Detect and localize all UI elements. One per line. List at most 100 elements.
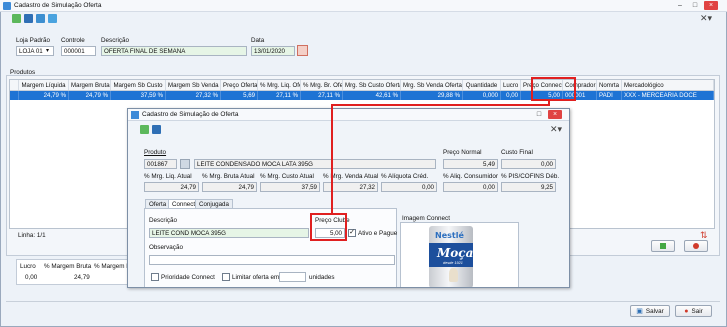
highlight-preco-connect (531, 77, 576, 101)
col-mrg-br-ofer[interactable]: % Mrg. Br. Ofer (301, 80, 343, 90)
add-row-button[interactable] (651, 240, 675, 252)
limitar-label: Limitar oferta em: (232, 274, 281, 281)
aliq-consumidor-field: 0,00 (443, 182, 498, 192)
totals-grid: Lucro % Margem Bruta % Margem L 0,00 24,… (16, 259, 131, 285)
nestle-logo: Nestlé (435, 231, 464, 240)
limitar-checkbox[interactable] (222, 273, 230, 281)
cell: 0,000 (463, 91, 501, 100)
custo-final-label: Custo Final (501, 149, 533, 156)
aliquota-cred-field: 0,00 (381, 182, 437, 192)
maximize-button[interactable]: □ (688, 1, 702, 10)
moca-figure (449, 268, 458, 282)
grid-header: Margem Líquida Margem Bruta Margem Sb Cu… (10, 80, 714, 91)
new-icon[interactable] (12, 14, 21, 23)
close-button[interactable]: × (704, 1, 718, 10)
minimize-button[interactable]: – (673, 1, 687, 10)
totals-col-margem-bruta: % Margem Bruta (44, 263, 92, 270)
observacao-field[interactable] (149, 255, 395, 265)
totals-col-lucro: Lucro (20, 263, 36, 270)
limitar-field[interactable] (279, 272, 306, 282)
calendar-icon[interactable] (297, 45, 308, 56)
chevron-down-icon: ▾ (46, 48, 50, 54)
cell: 5,69 (221, 91, 258, 100)
cell: 24,79 % (19, 91, 69, 100)
descricao-field[interactable]: OFERTA FINAL DE SEMANA (101, 46, 247, 56)
footer-bar (6, 301, 720, 318)
exit-button[interactable]: ● Sair (675, 305, 712, 317)
dialog-tools-icon[interactable]: ✕▾ (550, 124, 562, 135)
aliquota-cred-label: % Alíquota Créd. (381, 173, 429, 180)
tab-oferta[interactable]: Oferta (145, 199, 171, 208)
remove-icon (693, 243, 699, 249)
col-preco-oferta[interactable]: Preço Oferta (221, 80, 258, 90)
save-button[interactable]: ▣ Salvar (630, 305, 670, 317)
app-icon (3, 2, 11, 10)
aliq-consumidor-label: % Aliq. Consumidor (443, 173, 498, 180)
export-icon[interactable] (48, 14, 57, 23)
col-margem-sb-venda[interactable]: Margem Sb Venda (166, 80, 221, 90)
cell: 37,59 % (111, 91, 166, 100)
col-mrg-sb-custo-oferta[interactable]: Mrg. Sb Custo Oferta (343, 80, 401, 90)
col-nomrta[interactable]: Nomrta (597, 80, 622, 90)
data-label: Data (251, 37, 265, 44)
connect-descricao-field[interactable]: LEITE COND MOCA 395G (149, 228, 309, 238)
ativo-checkbox[interactable]: ✓ (348, 229, 356, 237)
title-bar: Cadastro de Simulação Oferta – □ × (0, 0, 727, 12)
col-mrg-sb-venda-oferta[interactable]: Mrg. Sb Venda Oferta (401, 80, 463, 90)
cell: 24,79 % (69, 91, 111, 100)
dialog-app-icon (131, 111, 139, 119)
moca-text: Moça (437, 246, 474, 260)
observacao-label: Observação (149, 244, 183, 251)
table-row[interactable]: 24,79 % 24,79 % 37,59 % 27,32 % 5,69 27,… (10, 91, 714, 100)
prioridade-checkbox[interactable] (151, 273, 159, 281)
dialog-new-icon[interactable] (140, 125, 149, 134)
exit-icon: ● (684, 307, 689, 315)
imagem-connect-label: Imagem Connect (402, 215, 450, 222)
col-margem-bruta[interactable]: Margem Bruta (69, 80, 111, 90)
pis-cofins-field: 9,25 (501, 182, 556, 192)
linha-counter: Linha: 1/1 (18, 232, 46, 239)
col-margem-sb-custo[interactable]: Margem Sb Custo (111, 80, 166, 90)
cell: 27,32 % (166, 91, 221, 100)
data-field[interactable]: 13/01/2020 (251, 46, 295, 56)
save-icon[interactable] (24, 14, 33, 23)
totals-lucro: 0,00 (25, 274, 38, 281)
preco-normal-field: 5,49 (443, 159, 498, 169)
custo-final-field: 0,00 (501, 159, 556, 169)
tools-icon[interactable]: ✕▾ (700, 13, 712, 24)
ativo-label: Ativo e Pague (358, 230, 398, 237)
tab-conjugada[interactable]: Conjugada (195, 199, 233, 208)
dialog-title: Cadastro de Simulação de Oferta (142, 111, 239, 118)
mrg-liq-atual-field: 24,79 (144, 182, 199, 192)
mrg-liq-atual-label: % Mrg. Liq. Atual (144, 173, 192, 180)
print-icon[interactable] (36, 14, 45, 23)
col-quantidade[interactable]: Quantidade (463, 80, 501, 90)
dialog-maximize-button[interactable]: □ (532, 110, 546, 119)
product-image: Nestlé Moça desde 1921 (429, 226, 474, 287)
col-mercadologico[interactable]: Mercadológico (622, 80, 714, 90)
produto-label: Produto (144, 149, 167, 156)
dialog-save-icon[interactable] (152, 125, 161, 134)
dialog-close-button[interactable]: × (548, 110, 562, 119)
dialog-title-bar: Cadastro de Simulação de Oferta □ × (128, 109, 569, 121)
loja-label: Loja Padrão (16, 37, 50, 44)
window-title: Cadastro de Simulação Oferta (14, 2, 102, 9)
cell: 27,11 % (301, 91, 343, 100)
totals-margem-bruta: 24,79 (74, 274, 90, 281)
cell: 29,88 % (401, 91, 463, 100)
produto-desc-field: LEITE CONDENSADO MOCA LATA 395G (194, 159, 436, 169)
cell: PADI (597, 91, 622, 100)
col-lucro[interactable]: Lucro (501, 80, 521, 90)
controle-field[interactable]: 000001 (61, 46, 96, 56)
mrg-bruta-atual-label: % Mrg. Bruta Atual (202, 173, 255, 180)
sort-icon[interactable]: ⇅ (700, 231, 709, 240)
search-icon[interactable] (180, 159, 190, 169)
mrg-custo-atual-field: 37,59 (260, 182, 320, 192)
cell: 0,00 (501, 91, 521, 100)
cell: 27,11 % (258, 91, 301, 100)
remove-row-button[interactable] (684, 240, 708, 252)
connector-line (331, 104, 550, 106)
produto-code-field[interactable]: 001867 (144, 159, 177, 169)
col-margem-liquida[interactable]: Margem Líquida (19, 80, 69, 90)
col-mrg-liq-ofer[interactable]: % Mrg. Liq. Ofer (258, 80, 301, 90)
